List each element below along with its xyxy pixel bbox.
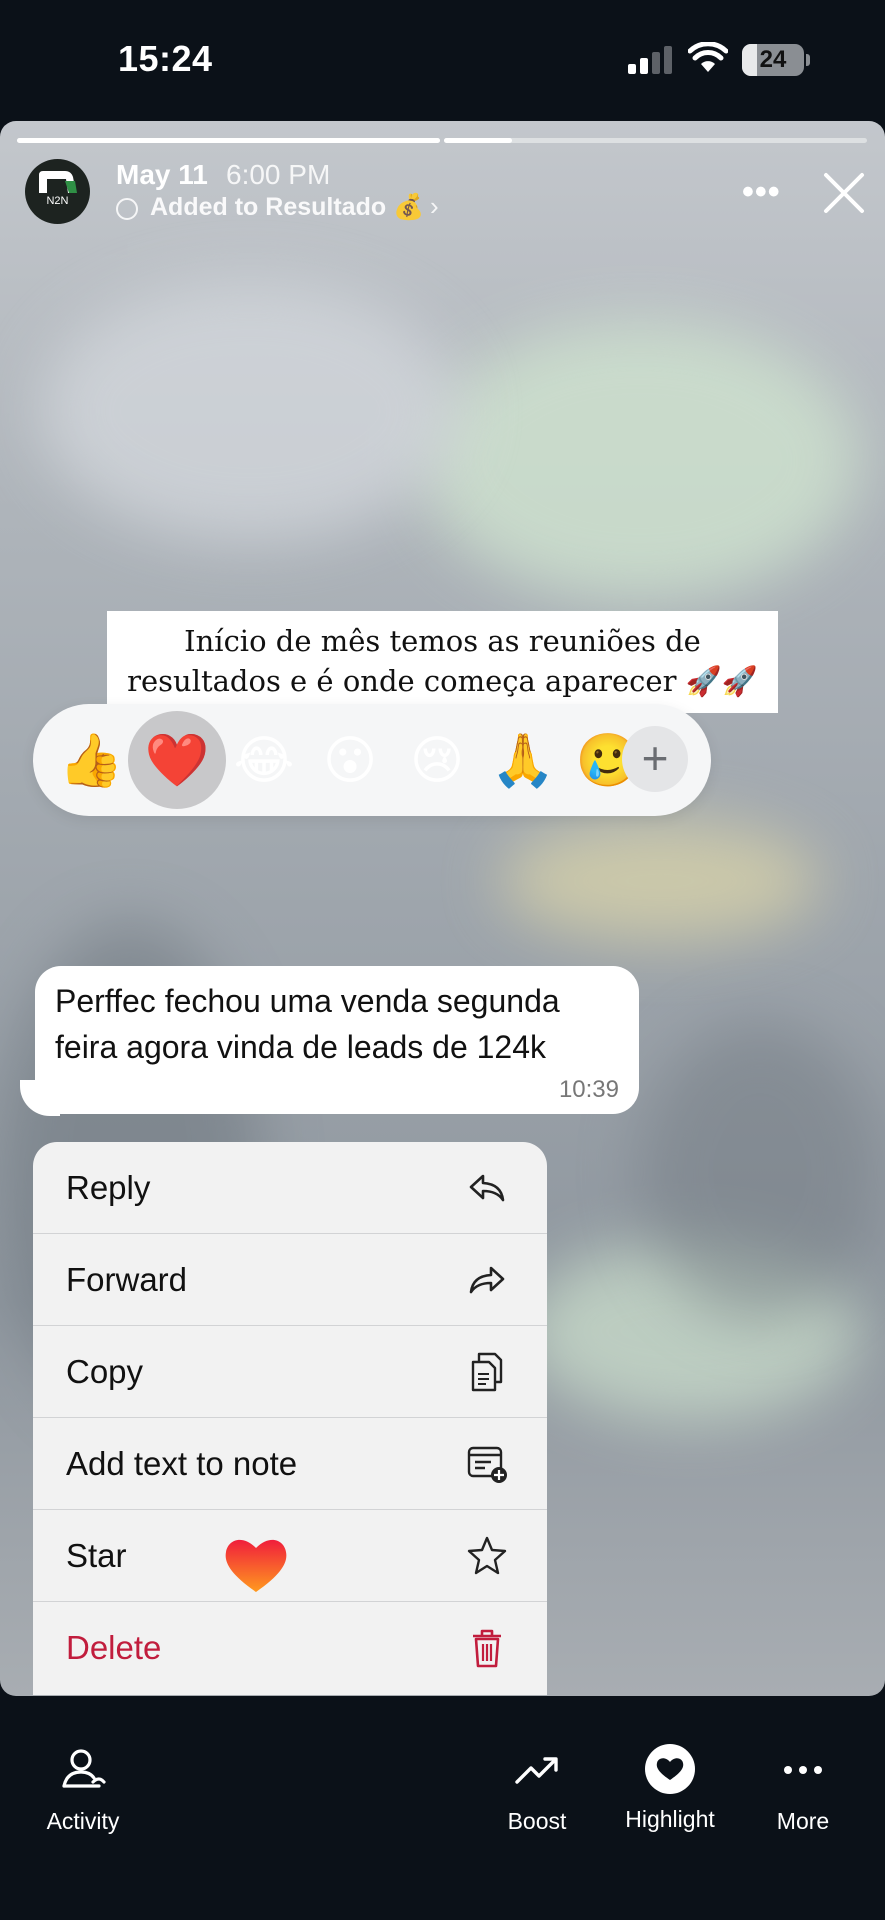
menu-item-label: Star: [66, 1537, 127, 1574]
close-icon[interactable]: [822, 171, 866, 215]
menu-item-label: Add text to note: [66, 1445, 298, 1482]
menu-item-forward[interactable]: Forward: [33, 1234, 547, 1326]
add-note-icon: [467, 1446, 507, 1483]
background-blur: [40, 281, 460, 541]
reaction-heart[interactable]: ❤️: [142, 726, 212, 796]
reaction-thumbs-up[interactable]: 👍: [56, 726, 126, 796]
avatar[interactable]: N2N: [25, 159, 90, 224]
chevron-right-icon: ›: [430, 191, 439, 221]
reaction-wow[interactable]: 😮: [315, 726, 385, 796]
background-blur: [640, 1021, 880, 1321]
logo-icon: [39, 171, 77, 193]
menu-item-label: Reply: [66, 1169, 151, 1206]
story-caption: Início de mês temos as reuniões de resul…: [107, 611, 778, 713]
highlight-label: Highlight: [625, 1806, 715, 1832]
reply-icon: [469, 1174, 505, 1202]
battery-percent: 24: [759, 46, 787, 73]
story-progress-segment: [444, 138, 867, 143]
battery-indicator: 24: [742, 44, 804, 76]
message-text: Perffec fechou uma venda segunda feira a…: [55, 983, 560, 1065]
forward-icon: [469, 1266, 505, 1294]
status-bar: 15:24 24: [0, 0, 885, 120]
reaction-laugh[interactable]: 😂: [229, 726, 299, 796]
highlight-circle-icon: [116, 198, 138, 220]
story-date: May 11: [116, 159, 208, 190]
menu-item-add-text-to-note[interactable]: Add text to note: [33, 1418, 547, 1510]
boost-label: Boost: [507, 1808, 567, 1834]
copy-icon: [471, 1352, 503, 1392]
reaction-pray[interactable]: 🙏: [488, 726, 558, 796]
avatar-label: N2N: [46, 195, 69, 207]
more-horizontal-icon[interactable]: •••: [742, 173, 781, 212]
background-blur: [420, 321, 860, 601]
bottom-bar: Activity Boost Highlight More: [0, 1696, 885, 1920]
menu-item-copy[interactable]: Copy: [33, 1326, 547, 1418]
menu-item-reply[interactable]: Reply: [33, 1142, 547, 1234]
status-time: 15:24: [118, 38, 213, 79]
star-icon: [467, 1536, 507, 1575]
story-progress-segment: [17, 138, 440, 143]
trash-icon: [473, 1629, 501, 1668]
story-time: 6:00 PM: [226, 159, 331, 190]
trending-up-icon: [515, 1757, 558, 1784]
message-bubble[interactable]: Perffec fechou uma venda segunda feira a…: [35, 966, 639, 1114]
heart-highlight-icon: [645, 1744, 695, 1794]
menu-item-delete[interactable]: Delete: [33, 1602, 547, 1694]
activity-button[interactable]: Activity: [37, 1746, 129, 1835]
menu-item-label: Forward: [66, 1261, 188, 1298]
battery-nub: [806, 54, 810, 66]
activity-label: Activity: [46, 1808, 120, 1834]
highlight-button[interactable]: Highlight: [614, 1744, 726, 1833]
message-time: 10:39: [558, 1076, 619, 1103]
story-progress-fill: [444, 138, 512, 143]
menu-item-label: Delete: [66, 1629, 162, 1666]
wifi-icon: [688, 42, 728, 72]
context-menu: Reply Forward Copy Add text to note Star: [33, 1142, 547, 1695]
menu-item-star[interactable]: Star: [33, 1510, 547, 1602]
more-button[interactable]: More: [768, 1746, 838, 1835]
cellular-signal-icon: [628, 46, 672, 74]
story-progress-fill: [17, 138, 440, 143]
reaction-add-button[interactable]: +: [622, 726, 688, 792]
menu-item-label: Copy: [66, 1353, 144, 1390]
more-icon: [784, 1766, 822, 1774]
floating-heart-icon: [225, 1539, 287, 1592]
boost-button[interactable]: Boost: [497, 1746, 577, 1835]
background-blur: [500, 821, 820, 941]
reaction-bar: 👍 ❤️ 😂 😮 😢 🙏 🥲 +: [33, 704, 711, 816]
activity-icon: [62, 1749, 106, 1788]
reaction-sad[interactable]: 😢: [402, 726, 472, 796]
added-to-highlight-link[interactable]: Added to Resultado 💰: [150, 193, 424, 222]
more-label: More: [776, 1808, 830, 1834]
